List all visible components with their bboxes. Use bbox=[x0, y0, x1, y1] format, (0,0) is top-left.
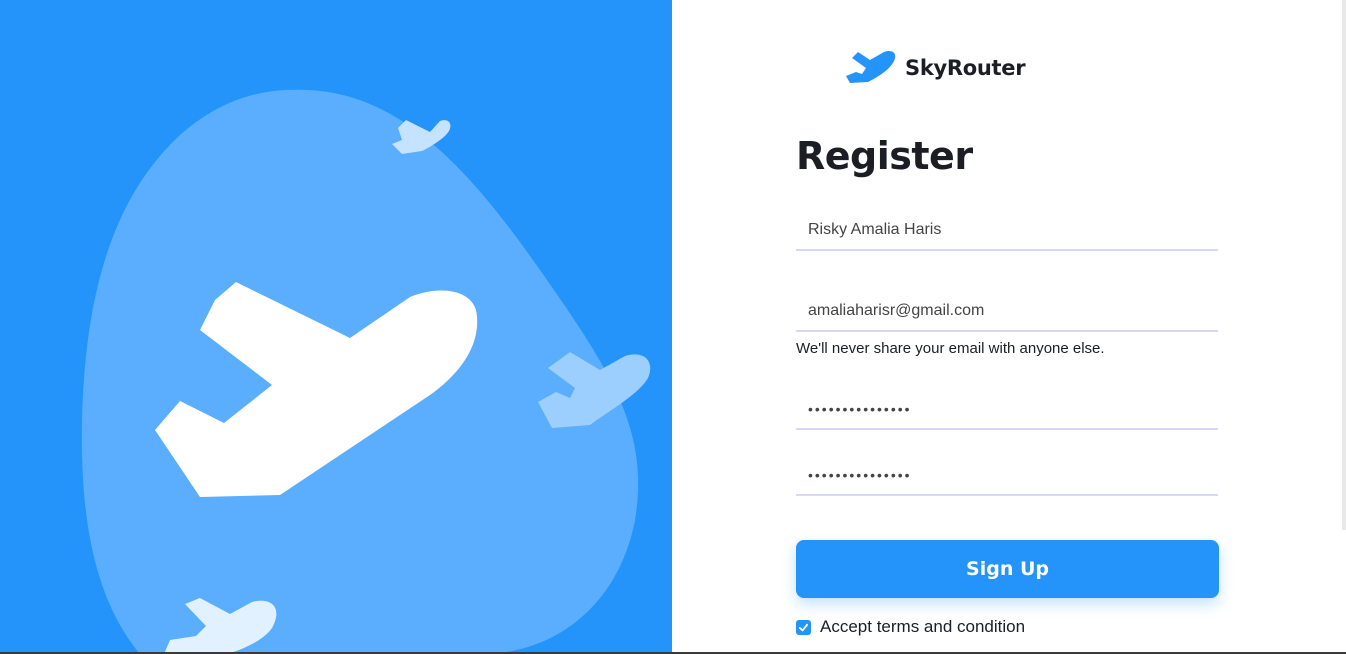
confirm-password-input[interactable] bbox=[796, 456, 1218, 496]
terms-checkbox[interactable] bbox=[796, 619, 811, 635]
scrollbar[interactable] bbox=[1342, 0, 1346, 530]
email-input[interactable] bbox=[796, 292, 1218, 332]
terms-row: Accept terms and condition bbox=[796, 617, 1025, 637]
hero-illustration-panel bbox=[0, 0, 672, 654]
page-title: Register bbox=[796, 134, 973, 178]
full-name-input[interactable] bbox=[796, 211, 1218, 251]
brand-logo[interactable]: SkyRouter bbox=[846, 48, 1026, 88]
sign-up-button[interactable]: Sign Up bbox=[796, 540, 1219, 598]
brand-name: SkyRouter bbox=[905, 56, 1026, 80]
hero-illustration bbox=[81, 89, 651, 654]
password-input[interactable] bbox=[796, 390, 1218, 430]
airplane-icon bbox=[846, 51, 896, 83]
register-panel: SkyRouter Register We'll never share you… bbox=[672, 0, 1346, 654]
checkmark-icon bbox=[798, 623, 809, 631]
terms-label[interactable]: Accept terms and condition bbox=[820, 617, 1025, 637]
email-help-text: We'll never share your email with anyone… bbox=[796, 340, 1105, 357]
